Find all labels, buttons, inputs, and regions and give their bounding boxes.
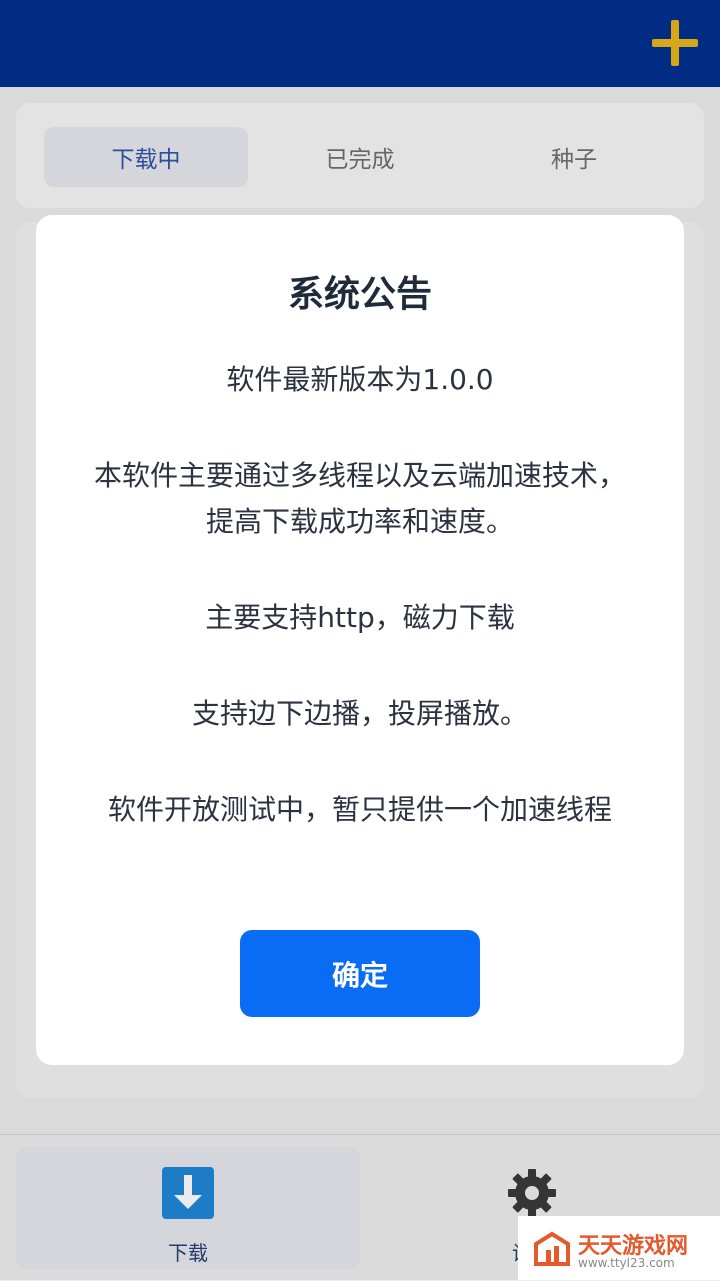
dialog-line: 软件最新版本为1.0.0	[226, 363, 494, 396]
watermark-url: www.ttyl23.com	[578, 1256, 675, 1270]
watermark: 天天游戏网 www.ttyl23.com	[518, 1216, 720, 1280]
dialog-body: 软件最新版本为1.0.0 本软件主要通过多线程以及云端加速技术，提高下载成功率和…	[84, 357, 636, 883]
announcement-dialog: 系统公告 软件最新版本为1.0.0 本软件主要通过多线程以及云端加速技术，提高下…	[36, 215, 684, 1065]
confirm-button[interactable]: 确定	[240, 930, 480, 1017]
dialog-title: 系统公告	[287, 274, 432, 315]
dialog-line: 本软件主要通过多线程以及云端加速技术，提高下载成功率和速度。	[93, 459, 626, 538]
dialog-line: 软件开放测试中，暂只提供一个加速线程	[107, 793, 612, 826]
dialog-line: 支持边下边播，投屏播放。	[191, 697, 528, 730]
dialog-line: 主要支持http，磁力下载	[205, 601, 515, 634]
watermark-logo-icon	[534, 1231, 570, 1266]
